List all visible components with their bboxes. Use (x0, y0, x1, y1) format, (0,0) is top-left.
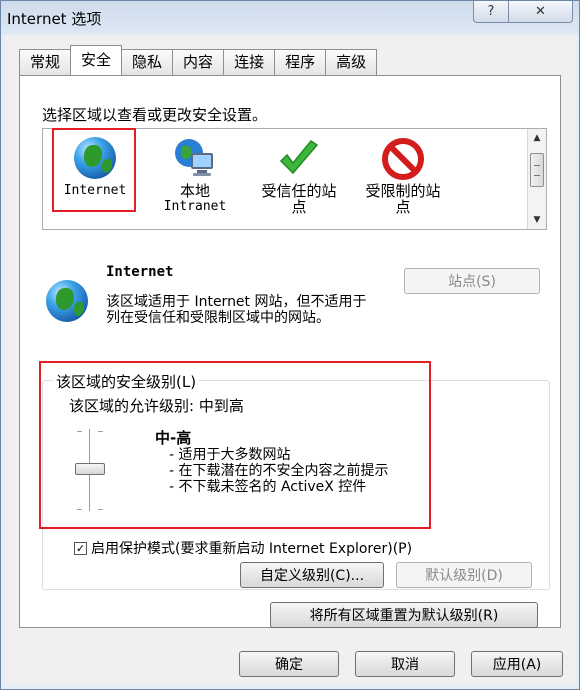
help-icon: ? (487, 4, 495, 19)
checkmark-icon (277, 137, 321, 181)
tab-programs[interactable]: 程序 (274, 49, 327, 75)
reset-all-zones-button[interactable]: 将所有区域重置为默认级别(R) (270, 602, 538, 628)
protected-mode-label: 启用保护模式(要求重新启动 Internet Explorer)(P) (91, 541, 413, 557)
default-level-button[interactable]: 默认级别(D) (396, 562, 532, 588)
close-icon: ✕ (535, 4, 546, 19)
cancel-button[interactable]: 取消 (355, 651, 455, 677)
internet-options-window: Internet 选项 ? ✕ 常规 安全 隐私 内容 连接 程序 高级 选择区… (0, 0, 580, 690)
security-panel: 选择区域以查看或更改安全设置。 Internet 本地 Intranet 受信任… (19, 75, 561, 628)
zone-internet[interactable]: Internet (51, 128, 139, 229)
zone-info-description: 该区域适用于 Internet 网站，但不适用于列在受信任和受限制区域中的网站。 (106, 294, 367, 326)
zone-info-title: Internet (106, 264, 174, 280)
custom-level-button[interactable]: 自定义级别(C)... (240, 562, 384, 588)
dialog-body: 常规 安全 隐私 内容 连接 程序 高级 选择区域以查看或更改安全设置。 Int… (5, 35, 575, 685)
zone-list: Internet 本地 Intranet 受信任的站 点 受限制的站 点 ▲ ▼ (42, 128, 547, 230)
zone-restricted-sites[interactable]: 受限制的站 点 (359, 129, 447, 229)
tab-general[interactable]: 常规 (19, 49, 72, 75)
zone-label: 受限制的站 (365, 182, 441, 200)
tab-privacy[interactable]: 隐私 (121, 49, 174, 75)
scroll-up-icon[interactable]: ▲ (528, 129, 546, 147)
restricted-icon (381, 137, 425, 181)
select-zone-label: 选择区域以查看或更改安全设置。 (42, 106, 268, 124)
protected-mode-checkbox[interactable]: ✓ 启用保护模式(要求重新启动 Internet Explorer)(P) (74, 538, 412, 558)
zone-trusted-sites[interactable]: 受信任的站 点 (255, 129, 343, 229)
security-level-highlight (39, 361, 431, 529)
zone-sublabel: Intranet (163, 199, 227, 214)
sites-button[interactable]: 站点(S) (404, 268, 540, 294)
tab-strip: 常规 安全 隐私 内容 连接 程序 高级 (19, 45, 378, 75)
tab-connections[interactable]: 连接 (223, 49, 276, 75)
zone-list-scrollbar[interactable]: ▲ ▼ (527, 129, 546, 229)
scroll-down-icon[interactable]: ▼ (528, 211, 546, 229)
help-button[interactable]: ? (473, 1, 509, 23)
scroll-thumb[interactable] (530, 153, 544, 187)
tab-security[interactable]: 安全 (70, 45, 123, 75)
window-title: Internet 选项 (7, 10, 102, 28)
apply-button[interactable]: 应用(A) (471, 651, 563, 677)
zone-local-intranet[interactable]: 本地 Intranet (151, 129, 239, 229)
ok-button[interactable]: 确定 (239, 651, 339, 677)
zone-label: 本地 (179, 182, 210, 200)
close-button[interactable]: ✕ (509, 1, 573, 23)
tab-content[interactable]: 内容 (172, 49, 225, 75)
tab-advanced[interactable]: 高级 (325, 49, 378, 75)
zone-sublabel: 点 (291, 198, 307, 216)
zone-info-globe-icon (46, 280, 88, 322)
zone-sublabel: 点 (395, 198, 411, 216)
title-bar[interactable]: Internet 选项 ? ✕ (1, 1, 579, 35)
checkbox-check-icon[interactable]: ✓ (74, 541, 87, 555)
zone-label: 受信任的站 (261, 182, 337, 200)
globe-icon (73, 137, 117, 181)
local-intranet-icon (173, 137, 217, 181)
